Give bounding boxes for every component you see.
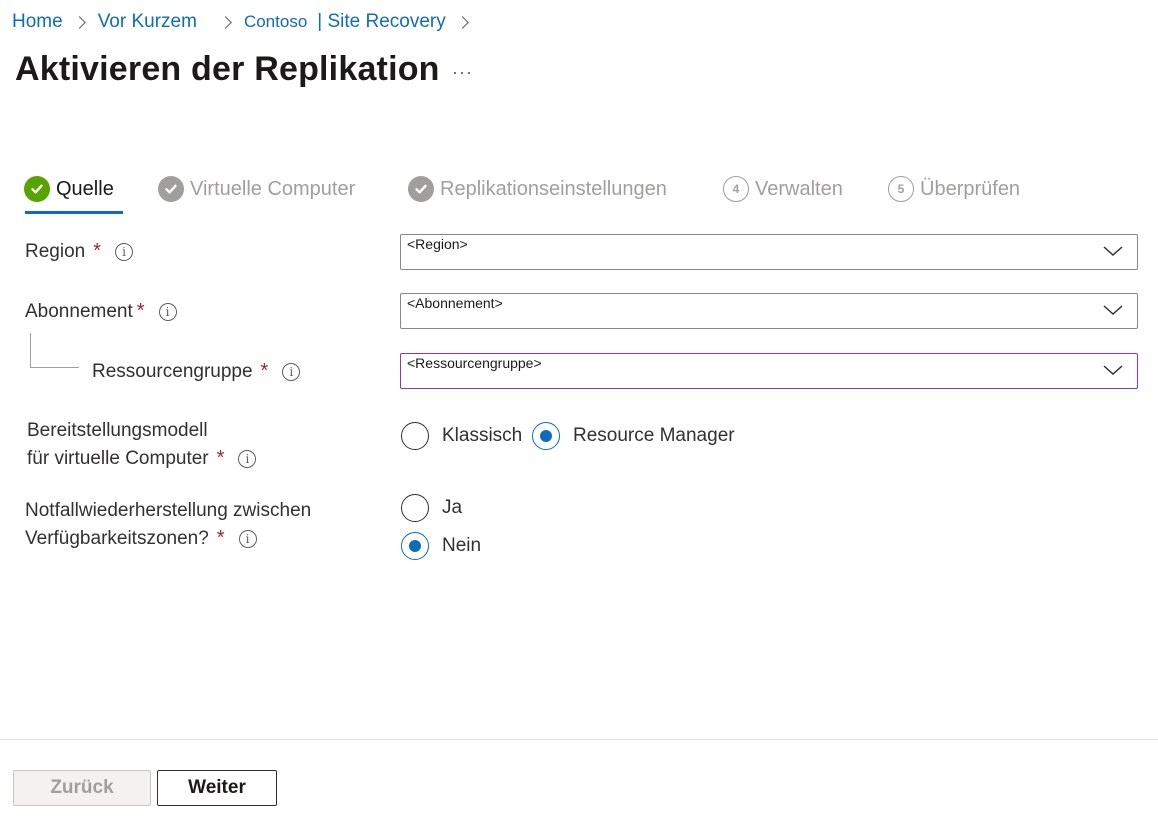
radio-no[interactable]: Nein bbox=[401, 532, 481, 560]
required-asterisk: * bbox=[93, 240, 102, 262]
dropdown-value: <Abonnement> bbox=[407, 295, 503, 311]
label-text: Region bbox=[25, 240, 86, 262]
chevron-down-icon bbox=[1103, 246, 1123, 257]
radio-classic[interactable]: Klassisch bbox=[401, 422, 522, 450]
breadcrumb-recent[interactable]: Vor Kurzem bbox=[98, 11, 197, 33]
check-circle-icon bbox=[158, 176, 184, 202]
back-button[interactable]: Zurück bbox=[13, 770, 151, 806]
breadcrumb: Home Vor Kurzem Contoso | Site Recovery bbox=[12, 9, 481, 35]
info-icon[interactable]: i bbox=[158, 302, 177, 321]
check-circle-icon bbox=[24, 176, 50, 202]
info-icon[interactable]: i bbox=[115, 242, 134, 261]
subscription-label: Abonnement * i bbox=[25, 300, 177, 323]
resource-group-label: Ressourcengruppe * i bbox=[92, 360, 301, 383]
step-manage[interactable]: 4 Verwalten bbox=[723, 174, 843, 204]
check-circle-icon bbox=[408, 176, 434, 202]
required-asterisk: * bbox=[136, 300, 145, 322]
chevron-down-icon bbox=[1103, 305, 1123, 316]
info-icon[interactable]: i bbox=[238, 529, 257, 548]
radio-button[interactable] bbox=[401, 532, 429, 560]
breadcrumb-contoso[interactable]: Contoso bbox=[244, 12, 307, 32]
dropdown-value: <Region> bbox=[407, 236, 468, 252]
active-step-indicator bbox=[25, 211, 123, 214]
region-label: Region * i bbox=[25, 240, 134, 263]
info-icon[interactable]: i bbox=[282, 362, 301, 381]
radio-resource-manager[interactable]: Resource Manager bbox=[532, 422, 735, 450]
radio-label: Klassisch bbox=[442, 425, 523, 446]
zone-dr-label: Verfügbarkeitszonen? * i bbox=[25, 527, 257, 550]
required-asterisk: * bbox=[216, 527, 225, 549]
required-asterisk: * bbox=[260, 360, 269, 382]
step-source[interactable]: Quelle bbox=[24, 174, 114, 204]
region-dropdown[interactable]: <Region> bbox=[400, 234, 1138, 270]
radio-button[interactable] bbox=[401, 422, 429, 450]
step-number-icon: 5 bbox=[888, 176, 914, 202]
chevron-right-icon bbox=[219, 15, 232, 29]
more-options-icon[interactable]: ··· bbox=[452, 62, 473, 83]
label-text: Verfügbarkeitszonen? bbox=[25, 527, 209, 549]
label-text: für virtuelle Computer bbox=[27, 447, 209, 469]
next-button[interactable]: Weiter bbox=[157, 770, 277, 806]
subscription-dropdown[interactable]: <Abonnement> bbox=[400, 293, 1138, 329]
label-text: Ressourcengruppe bbox=[92, 360, 253, 382]
step-replication-settings[interactable]: Replikationseinstellungen bbox=[408, 174, 667, 204]
info-icon[interactable]: i bbox=[238, 449, 257, 468]
chevron-right-icon bbox=[72, 15, 86, 29]
page-title: Aktivieren der Replikation bbox=[15, 50, 440, 88]
radio-button[interactable] bbox=[401, 494, 429, 522]
hierarchy-connector bbox=[30, 333, 79, 368]
chevron-down-icon bbox=[1103, 365, 1123, 376]
radio-label: Resource Manager bbox=[573, 425, 735, 446]
radio-button[interactable] bbox=[532, 422, 560, 450]
step-label: Virtuelle Computer bbox=[190, 177, 356, 200]
step-review[interactable]: 5 Überprüfen bbox=[888, 174, 1020, 204]
label-text: Abonnement bbox=[25, 300, 133, 322]
step-label: Replikationseinstellungen bbox=[440, 177, 667, 200]
step-number-icon: 4 bbox=[723, 176, 749, 202]
required-asterisk: * bbox=[216, 447, 225, 469]
step-label: Überprüfen bbox=[920, 177, 1021, 200]
step-virtual-machines[interactable]: Virtuelle Computer bbox=[158, 174, 355, 204]
radio-label: Ja bbox=[442, 497, 463, 518]
step-label: Verwalten bbox=[755, 177, 843, 200]
radio-yes[interactable]: Ja bbox=[401, 494, 462, 522]
resource-group-dropdown[interactable]: <Ressourcengruppe> bbox=[400, 353, 1138, 389]
step-label: Quelle bbox=[56, 177, 114, 200]
breadcrumb-home[interactable]: Home bbox=[12, 11, 63, 33]
footer-divider bbox=[0, 739, 1158, 740]
zone-dr-label-line1: Notfallwiederherstellung zwischen bbox=[25, 500, 312, 521]
deployment-model-label-line1: Bereitstellungsmodell bbox=[27, 420, 208, 441]
chevron-right-icon bbox=[455, 15, 469, 29]
dropdown-value: <Ressourcengruppe> bbox=[407, 355, 542, 371]
breadcrumb-site-recovery[interactable]: | Site Recovery bbox=[317, 11, 445, 33]
deployment-model-label: für virtuelle Computer * i bbox=[27, 447, 257, 470]
radio-label: Nein bbox=[442, 535, 482, 556]
